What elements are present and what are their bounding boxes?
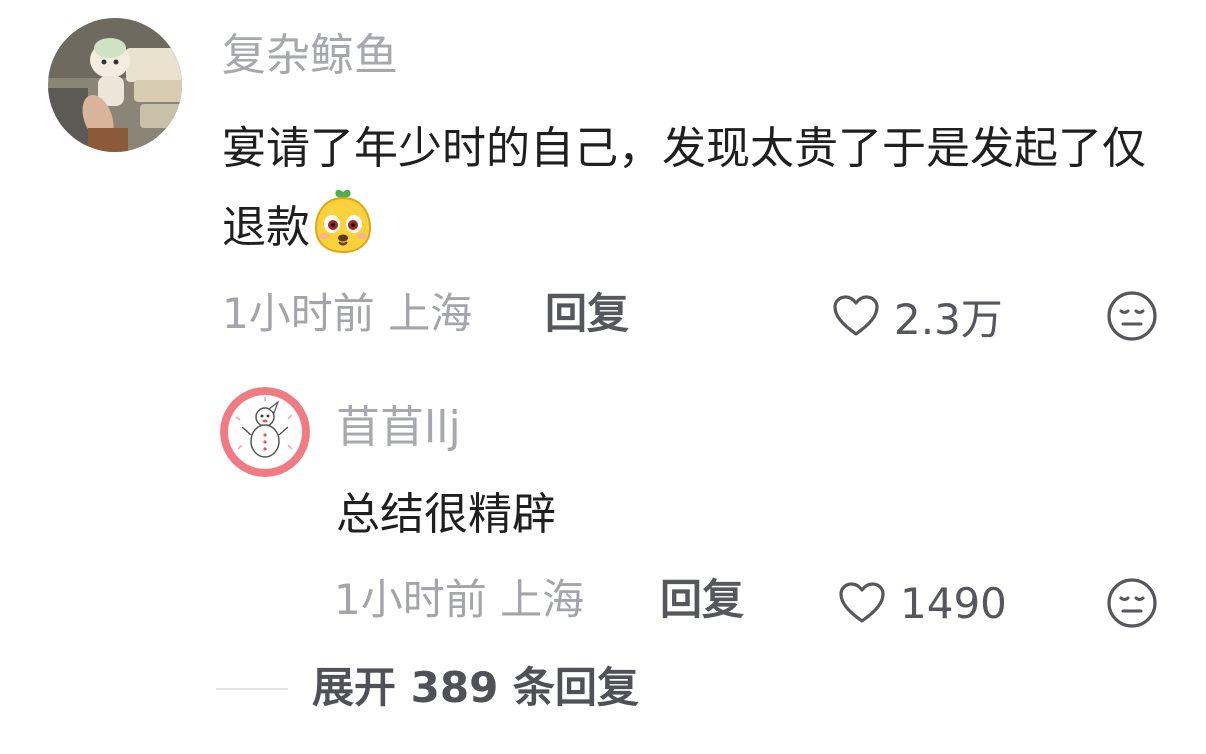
heart-outline-icon <box>833 295 879 336</box>
expand-replies-button[interactable]: 展开 389 条回复 <box>312 660 639 716</box>
dislike-button[interactable] <box>1106 290 1158 342</box>
timestamp-location: 1小时前 上海 <box>222 289 473 338</box>
reply-reply-button[interactable]: 回复 <box>660 572 744 628</box>
username[interactable]: 复杂鲸鱼 <box>222 26 398 86</box>
heart-outline-icon <box>839 582 885 623</box>
avatar[interactable] <box>48 18 182 152</box>
reply-avatar[interactable] <box>220 387 310 477</box>
emoji-yellow-face-icon <box>312 188 374 254</box>
comment-text: 宴请了年少时的自己，发现太贵了于是发起了仅退款 <box>222 110 1162 267</box>
avatar-snowman-icon <box>220 387 310 477</box>
reply-timestamp-location: 1小时前 上海 <box>334 575 585 624</box>
divider-line <box>216 688 288 690</box>
reply-dislike-button[interactable] <box>1106 577 1158 629</box>
like-count: 2.3万 <box>894 294 1003 344</box>
reply-text: 总结很精辟 <box>336 489 556 540</box>
reply-username[interactable]: 苜苜llj <box>336 398 461 458</box>
like-button[interactable]: 2.3万 <box>832 288 1003 344</box>
meh-face-icon <box>1107 291 1157 341</box>
reply-button[interactable]: 回复 <box>545 286 629 342</box>
avatar-photo-icon <box>48 18 182 152</box>
reply-like-button[interactable]: 1490 <box>838 575 1007 631</box>
meh-face-icon <box>1107 578 1157 628</box>
reply-like-count: 1490 <box>900 578 1007 628</box>
